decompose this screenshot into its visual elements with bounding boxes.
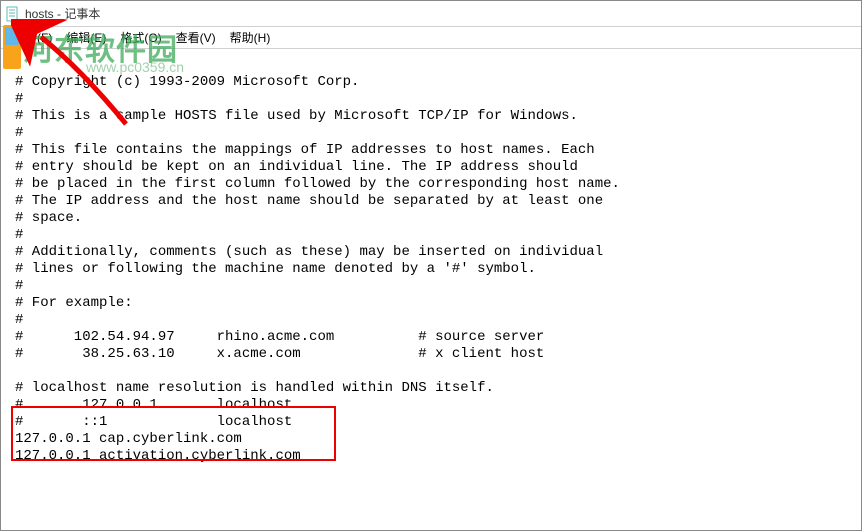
text-line: # Additionally, comments (such as these)… (15, 244, 603, 260)
menu-edit[interactable]: 编辑(E) (60, 27, 112, 48)
text-line: # Copyright (c) 1993-2009 Microsoft Corp… (15, 74, 359, 90)
text-line: # This file contains the mappings of IP … (15, 142, 595, 158)
window-title: hosts - 记事本 (25, 5, 100, 22)
text-line: # (15, 278, 23, 294)
text-line: # The IP address and the host name shoul… (15, 193, 603, 209)
text-line: # ::1 localhost (15, 414, 292, 430)
text-line: # 38.25.63.10 x.acme.com # x client host (15, 346, 544, 362)
text-line: 127.0.0.1 cap.cyberlink.com (15, 431, 242, 447)
notepad-icon (5, 6, 21, 22)
menu-format[interactable]: 格式(O) (114, 27, 167, 48)
text-line: # lines or following the machine name de… (15, 261, 536, 277)
text-line: # (15, 312, 23, 328)
text-line: # This is a sample HOSTS file used by Mi… (15, 108, 578, 124)
menu-file[interactable]: 文件(F) (7, 27, 58, 48)
text-line: # be placed in the first column followed… (15, 176, 620, 192)
menu-view[interactable]: 查看(V) (170, 27, 222, 48)
text-content[interactable]: # Copyright (c) 1993-2009 Microsoft Corp… (1, 49, 861, 473)
titlebar: hosts - 记事本 (1, 1, 861, 27)
text-line: 127.0.0.1 activation.cyberlink.com (15, 448, 301, 464)
text-line: # space. (15, 210, 82, 226)
text-line: # 102.54.94.97 rhino.acme.com # source s… (15, 329, 544, 345)
text-line: # localhost name resolution is handled w… (15, 380, 494, 396)
text-line: # (15, 227, 23, 243)
text-line: # (15, 125, 23, 141)
text-line: # For example: (15, 295, 133, 311)
text-line: # entry should be kept on an individual … (15, 159, 578, 175)
text-line: # (15, 91, 23, 107)
menu-help[interactable]: 帮助(H) (224, 27, 277, 48)
menubar: 文件(F) 编辑(E) 格式(O) 查看(V) 帮助(H) (1, 27, 861, 49)
text-line: # 127.0.0.1 localhost (15, 397, 292, 413)
